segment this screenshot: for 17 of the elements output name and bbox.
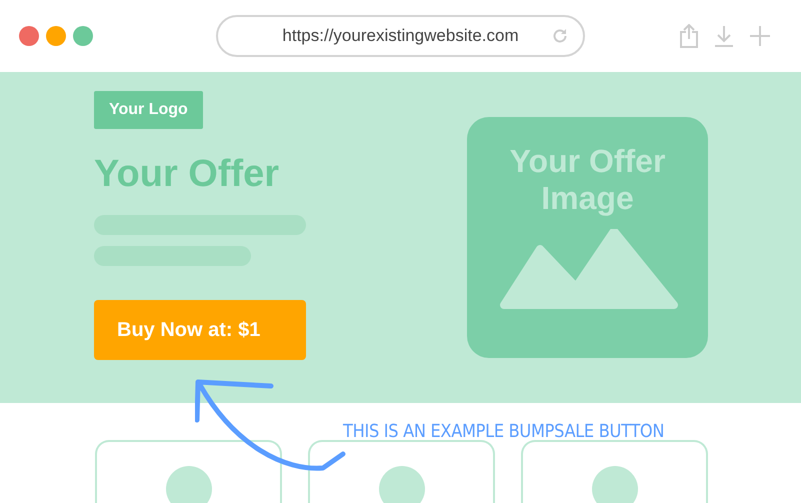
url-text: https://yourexistingwebsite.com bbox=[282, 26, 519, 46]
logo-badge: Your Logo bbox=[94, 91, 203, 129]
download-icon[interactable] bbox=[714, 25, 734, 47]
plus-icon[interactable] bbox=[749, 25, 771, 47]
circle-placeholder bbox=[378, 466, 424, 503]
minimize-window-icon[interactable] bbox=[46, 26, 66, 46]
circle-placeholder bbox=[592, 466, 638, 503]
image-placeholder-label: Your Offer Image bbox=[508, 143, 666, 217]
circle-placeholder bbox=[166, 466, 212, 503]
reload-icon[interactable] bbox=[551, 27, 569, 45]
annotation-text: THIS IS AN EXAMPLE BUMPSALE BUTTON bbox=[343, 421, 664, 442]
maximize-window-icon[interactable] bbox=[73, 26, 93, 46]
share-icon[interactable] bbox=[679, 24, 699, 48]
address-bar[interactable]: https://yourexistingwebsite.com bbox=[216, 15, 585, 57]
close-window-icon[interactable] bbox=[19, 26, 39, 46]
offer-title: Your Offer bbox=[94, 152, 280, 197]
mountains-icon bbox=[498, 229, 678, 309]
